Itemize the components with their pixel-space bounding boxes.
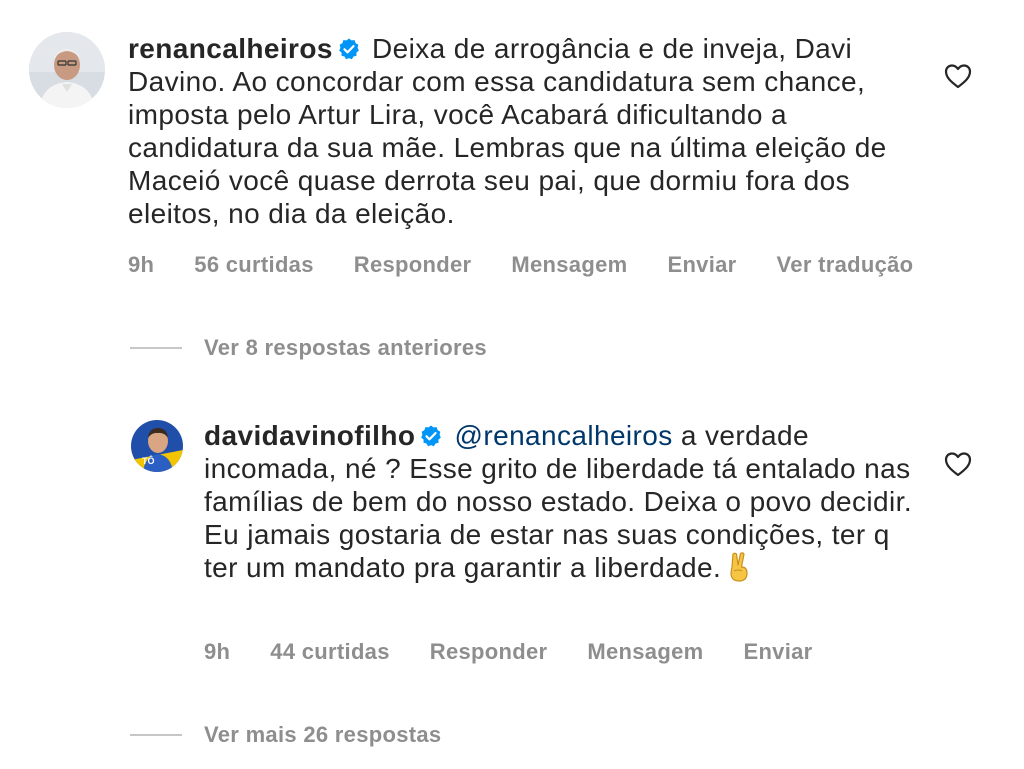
view-previous-replies-label: Ver 8 respostas anteriores [204,335,487,360]
send-button[interactable]: Enviar [743,639,812,665]
replies-divider [130,734,182,736]
username[interactable]: renancalheiros [128,33,333,64]
likes-count[interactable]: 44 curtidas [270,639,389,665]
avatar-davidavinofilho[interactable]: TÔ [131,420,183,472]
translate-button[interactable]: Ver tradução [777,252,914,278]
timestamp: 9h [128,252,155,277]
avatar-badge-text: TÔ [142,455,155,466]
message-button[interactable]: Mensagem [587,639,703,665]
reply-button[interactable]: Responder [354,252,472,278]
comment-actions: 9h 56 curtidas Responder Mensagem Enviar… [128,252,953,278]
comment-text: davidavinofilho @renancalheiros a verdad… [204,419,918,584]
mention-link[interactable]: @renancalheiros [455,420,673,451]
comment-actions: 9h 44 curtidas Responder Mensagem Enviar [204,639,853,665]
comment-text: renancalheiros Deixa de arrogância e de … [128,32,918,230]
avatar-renancalheiros[interactable] [29,32,105,108]
replies-divider [130,347,182,349]
send-button[interactable]: Enviar [667,252,736,278]
message-button[interactable]: Mensagem [511,252,627,278]
view-previous-replies-button[interactable]: Ver 8 respostas anteriores [130,335,487,361]
verified-badge-icon [419,422,443,447]
likes-count[interactable]: 56 curtidas [194,252,313,278]
username[interactable]: davidavinofilho [204,420,415,451]
view-more-replies-button[interactable]: Ver mais 26 respostas [130,722,441,748]
view-more-replies-label: Ver mais 26 respostas [204,722,442,747]
comment-body: davidavinofilho @renancalheiros a verdad… [204,419,918,584]
verified-badge-icon [337,35,361,60]
comment-body: renancalheiros Deixa de arrogância e de … [128,32,918,230]
reply-button[interactable]: Responder [430,639,548,665]
victory-hand-icon [725,551,753,583]
like-heart-icon[interactable] [944,451,972,477]
timestamp: 9h [204,639,231,664]
like-heart-icon[interactable] [944,63,972,89]
